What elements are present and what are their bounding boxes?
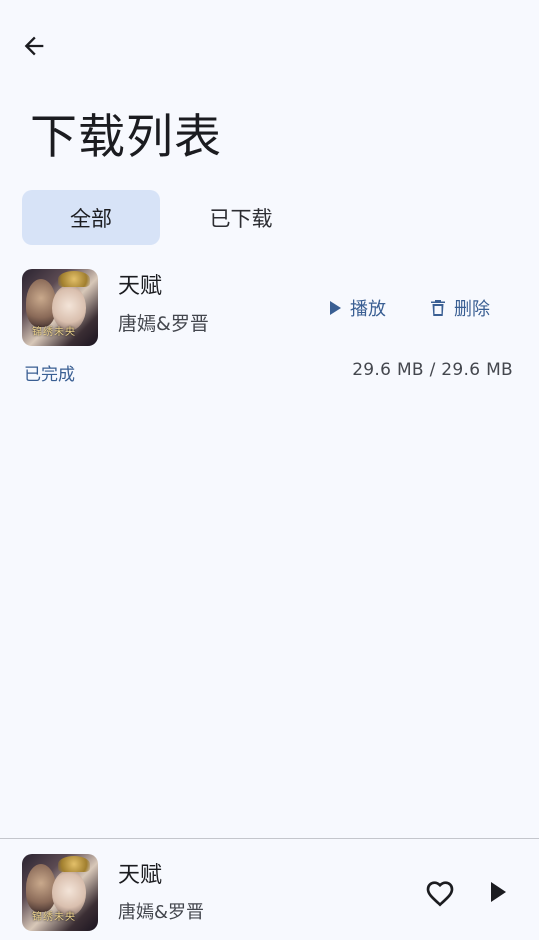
cover-text: 锦绣未央	[32, 327, 76, 338]
play-button[interactable]: 播放	[328, 292, 386, 324]
download-size: 29.6 MB / 29.6 MB	[352, 360, 513, 380]
delete-button[interactable]: 删除	[430, 292, 490, 324]
favorite-button[interactable]	[420, 872, 460, 912]
song-artist: 唐嫣&罗晋	[118, 313, 209, 335]
page-title: 下载列表	[30, 110, 222, 165]
album-cover: 锦绣未央	[22, 269, 98, 346]
mini-player-title: 天赋	[118, 863, 163, 888]
download-status: 已完成	[24, 365, 75, 385]
mini-play-button[interactable]	[480, 872, 516, 912]
play-label: 播放	[350, 299, 386, 320]
back-button[interactable]	[14, 28, 54, 64]
mini-player-artist: 唐嫣&罗晋	[118, 902, 205, 923]
delete-label: 删除	[454, 299, 490, 320]
mini-cover-text: 锦绣未央	[32, 912, 76, 923]
trash-icon	[431, 300, 445, 316]
tab-downloaded[interactable]: 已下载	[172, 190, 310, 245]
tab-all[interactable]: 全部	[22, 190, 160, 245]
arrow-left-icon	[24, 36, 44, 56]
download-item[interactable]: 锦绣未央 天赋 唐嫣&罗晋 播放 删除 已完成 29.6 MB / 29.6 M…	[22, 268, 517, 388]
play-icon	[491, 882, 506, 902]
mini-player[interactable]: 锦绣未央 天赋 唐嫣&罗晋	[0, 839, 539, 940]
play-icon	[330, 301, 341, 315]
download-list-screen: 下载列表 全部 已下载 锦绣未央 天赋 唐嫣&罗晋 播放 删除 已完成 29.6…	[0, 0, 539, 940]
heart-outline-icon	[426, 881, 454, 907]
song-title: 天赋	[118, 274, 163, 299]
mini-album-cover: 锦绣未央	[22, 854, 98, 931]
filter-tabs: 全部 已下载	[22, 190, 322, 245]
